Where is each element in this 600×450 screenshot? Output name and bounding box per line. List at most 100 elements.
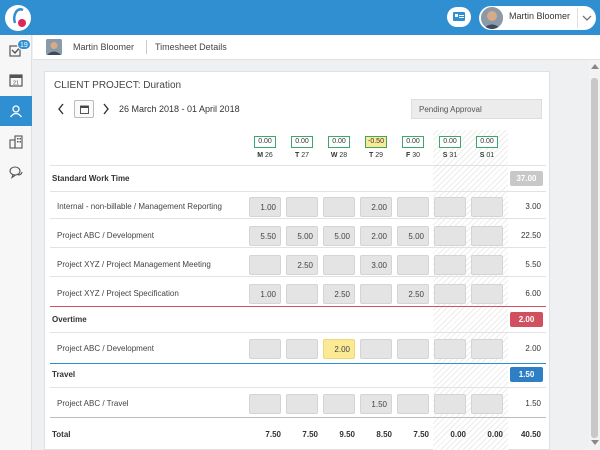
day-header-label: W 28	[321, 152, 357, 159]
hours-cell[interactable]: 5.00	[323, 226, 355, 246]
next-week-button[interactable]	[101, 102, 111, 116]
hours-cell[interactable]	[249, 394, 281, 414]
hours-cell[interactable]	[471, 197, 503, 217]
hours-cell[interactable]: 2.50	[323, 284, 355, 304]
breadcrumb-current: Timesheet Details	[155, 42, 227, 52]
day-date: 28	[337, 152, 348, 159]
day-date: 30	[410, 152, 420, 159]
id-card-button[interactable]	[447, 7, 471, 27]
app-logo-icon[interactable]	[4, 4, 32, 32]
day-balance-chip: 0.00	[402, 136, 424, 148]
scroll-up-arrow-icon[interactable]	[591, 64, 599, 69]
day-header-label: T 27	[284, 152, 320, 159]
hours-cell[interactable]: 2.00	[323, 339, 355, 359]
day-balance-chip: 0.00	[291, 136, 313, 148]
day-balance-chip: 0.00	[254, 136, 276, 148]
day-header-label: M 26	[247, 152, 283, 159]
row-total: 22.50	[520, 231, 541, 240]
scroll-thumb[interactable]	[591, 78, 598, 438]
hours-cell[interactable]	[434, 255, 466, 275]
row-divider	[50, 276, 546, 277]
sidebar-item-calendar[interactable]: 21	[0, 65, 32, 95]
timesheet-row-label: Project ABC / Travel	[57, 399, 129, 408]
date-picker-button[interactable]	[74, 100, 94, 118]
hours-cell[interactable]	[434, 197, 466, 217]
hours-cell[interactable]	[360, 339, 392, 359]
hours-cell[interactable]	[249, 339, 281, 359]
row-total: 5.50	[525, 260, 541, 269]
hours-cell[interactable]: 5.00	[397, 226, 429, 246]
sidebar-item-tasks[interactable]: 19	[0, 35, 32, 65]
row-total: 3.00	[525, 202, 541, 211]
hours-cell[interactable]: 2.50	[397, 284, 429, 304]
section-divider	[50, 191, 546, 192]
hours-cell[interactable]: 2.00	[360, 197, 392, 217]
hours-cell[interactable]	[434, 394, 466, 414]
hours-cell[interactable]: 2.50	[286, 255, 318, 275]
approval-status: Pending Approval	[411, 99, 542, 119]
employee-name[interactable]: Martin Bloomer	[73, 42, 134, 52]
user-menu[interactable]: Martin Bloomer	[479, 6, 596, 30]
day-date: 31	[447, 152, 458, 159]
tasks-badge: 19	[17, 39, 31, 50]
timesheet-row-label: Project XYZ / Project Management Meeting	[57, 260, 211, 269]
hours-cell[interactable]	[286, 394, 318, 414]
hours-cell[interactable]	[434, 339, 466, 359]
hours-cell[interactable]: 3.00	[360, 255, 392, 275]
hours-cell[interactable]: 5.00	[286, 226, 318, 246]
previous-week-button[interactable]	[56, 102, 66, 116]
grand-total-label: Total	[52, 430, 71, 439]
grand-total: 40.50	[520, 430, 541, 439]
sidebar-item-company[interactable]	[0, 127, 32, 157]
day-date: 29	[373, 152, 383, 159]
section-total-badge: 37.00	[510, 171, 543, 186]
row-total: 2.00	[525, 344, 541, 353]
hours-cell[interactable]	[286, 339, 318, 359]
hours-cell[interactable]	[471, 394, 503, 414]
hours-cell[interactable]	[323, 394, 355, 414]
hours-cell[interactable]	[323, 197, 355, 217]
hours-cell[interactable]	[397, 339, 429, 359]
day-date: 01	[484, 152, 495, 159]
hours-cell[interactable]: 5.50	[249, 226, 281, 246]
id-card-icon	[453, 12, 465, 21]
hours-cell[interactable]	[434, 226, 466, 246]
hours-cell[interactable]	[471, 226, 503, 246]
hours-cell[interactable]	[286, 197, 318, 217]
sidebar-item-messages[interactable]	[0, 157, 32, 187]
row-divider	[50, 218, 546, 219]
section-label: Overtime	[52, 315, 87, 324]
user-icon	[9, 105, 23, 118]
hours-cell[interactable]	[397, 197, 429, 217]
user-menu-toggle[interactable]	[577, 8, 595, 28]
hours-cell[interactable]: 1.50	[360, 394, 392, 414]
day-total: 7.50	[265, 430, 281, 439]
hours-cell[interactable]	[471, 255, 503, 275]
sub-header: Martin Bloomer Timesheet Details	[33, 35, 600, 60]
day-total: 8.50	[376, 430, 392, 439]
hours-cell[interactable]: 2.00	[360, 226, 392, 246]
calendar-icon: 21	[9, 74, 23, 87]
hours-cell[interactable]	[286, 284, 318, 304]
hours-cell[interactable]	[360, 284, 392, 304]
chevron-down-icon	[582, 15, 592, 21]
hours-cell[interactable]	[471, 339, 503, 359]
header-divider	[50, 165, 546, 166]
hours-cell[interactable]	[323, 255, 355, 275]
sidebar-item-people[interactable]	[0, 96, 32, 126]
date-range: 26 March 2018 - 01 April 2018	[119, 104, 240, 114]
hours-cell[interactable]: 1.00	[249, 197, 281, 217]
hours-cell[interactable]	[434, 284, 466, 304]
hours-cell[interactable]	[397, 255, 429, 275]
day-header-label: S 01	[469, 152, 505, 159]
scroll-down-arrow-icon[interactable]	[591, 440, 599, 445]
day-date: 27	[299, 152, 309, 159]
page-scrollbar[interactable]	[589, 60, 600, 450]
hours-cell[interactable]	[397, 394, 429, 414]
day-total: 7.50	[413, 430, 429, 439]
hours-cell[interactable]	[471, 284, 503, 304]
timesheet-row-label: Project XYZ / Project Specification	[57, 289, 179, 298]
hours-cell[interactable]: 1.00	[249, 284, 281, 304]
hours-cell[interactable]	[249, 255, 281, 275]
calendar-icon	[80, 105, 89, 114]
